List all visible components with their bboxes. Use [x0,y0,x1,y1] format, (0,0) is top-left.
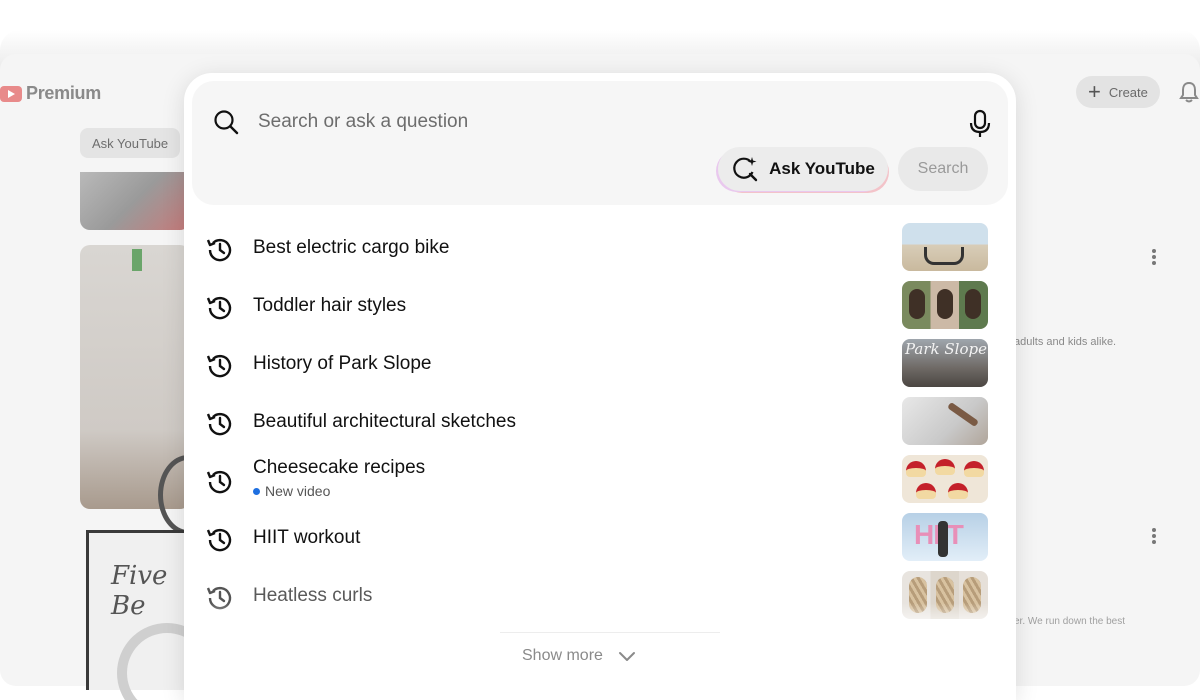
history-item[interactable]: History of Park Slope Park Slope [184,337,1016,395]
logo-text: Premium [26,83,101,103]
new-dot-icon [253,487,260,495]
show-more-label: Show more [522,647,603,664]
history-thumbnail [902,397,988,445]
ask-youtube-label: Ask YouTube [769,159,875,178]
divider [500,632,720,633]
history-thumbnail [902,281,988,329]
history-item[interactable]: Cheesecake recipes New video [184,453,1016,511]
search-input[interactable] [258,103,858,141]
more-vert-icon [1152,249,1156,265]
more-vert-icon [1152,528,1156,544]
history-item[interactable]: HIIT workout HIIT [184,511,1016,569]
search-icon [214,110,239,135]
ask-youtube-button[interactable]: Ask YouTube [718,147,888,191]
chevron-down-icon [618,652,635,661]
history-thumbnail: Park Slope [902,339,988,387]
history-icon [206,586,232,610]
mic-icon[interactable] [966,108,994,140]
history-item[interactable]: Toddler hair styles [184,279,1016,337]
bike-shape [924,247,964,265]
youtube-play-icon [0,85,22,102]
history-icon [206,296,232,320]
thumbnail-text: Park Slope [905,340,987,358]
bell-icon [1179,81,1199,103]
history-icon [206,238,232,262]
ask-youtube-chip: Ask YouTube [80,128,181,158]
history-thumbnail [902,455,988,503]
history-icon [206,412,232,436]
history-thumbnail: HIIT [902,513,988,561]
history-thumbnail [902,223,988,271]
video-thumbnail [80,245,218,535]
new-video-badge: New video [253,483,330,499]
history-item-label: History of Park Slope [253,353,432,374]
history-item-label: Cheesecake recipes [253,457,426,478]
history-icon [206,470,232,494]
history-item-label: Toddler hair styles [253,295,407,316]
create-label: Create [1108,84,1148,100]
video-thumbnail: Five Be [86,530,217,700]
search-panel: Ask YouTube Search Best electric cargo b… [184,73,1016,700]
hook-shape [132,249,142,271]
thumbnail-text: Five Be [111,561,168,621]
history-item[interactable]: Best electric cargo bike [184,221,1016,279]
history-icon [206,528,232,552]
youtube-premium-logo: Premium [0,83,101,104]
history-thumbnail [902,571,988,619]
search-button[interactable]: Search [898,147,988,191]
ask-sparkle-icon [733,157,758,182]
history-icon [206,354,232,378]
plus-icon: + [1088,79,1101,104]
video-description: adults and kids alike. [1014,336,1117,348]
history-item-label: Beautiful architectural sketches [253,411,516,432]
history-item-label: Heatless curls [253,585,373,606]
history-item-label: Best electric cargo bike [253,237,450,258]
history-item[interactable]: Beautiful architectural sketches [184,395,1016,453]
create-button: + Create [1076,76,1160,108]
video-description: er. We run down the best [1014,616,1125,627]
new-video-label: New video [265,483,331,499]
show-more-button[interactable]: Show more [522,641,637,671]
history-item-label: HIIT workout [253,527,361,548]
video-thumbnail [80,172,190,230]
search-box: Ask YouTube Search [192,81,1008,205]
history-item[interactable]: Heatless curls [184,569,1016,627]
